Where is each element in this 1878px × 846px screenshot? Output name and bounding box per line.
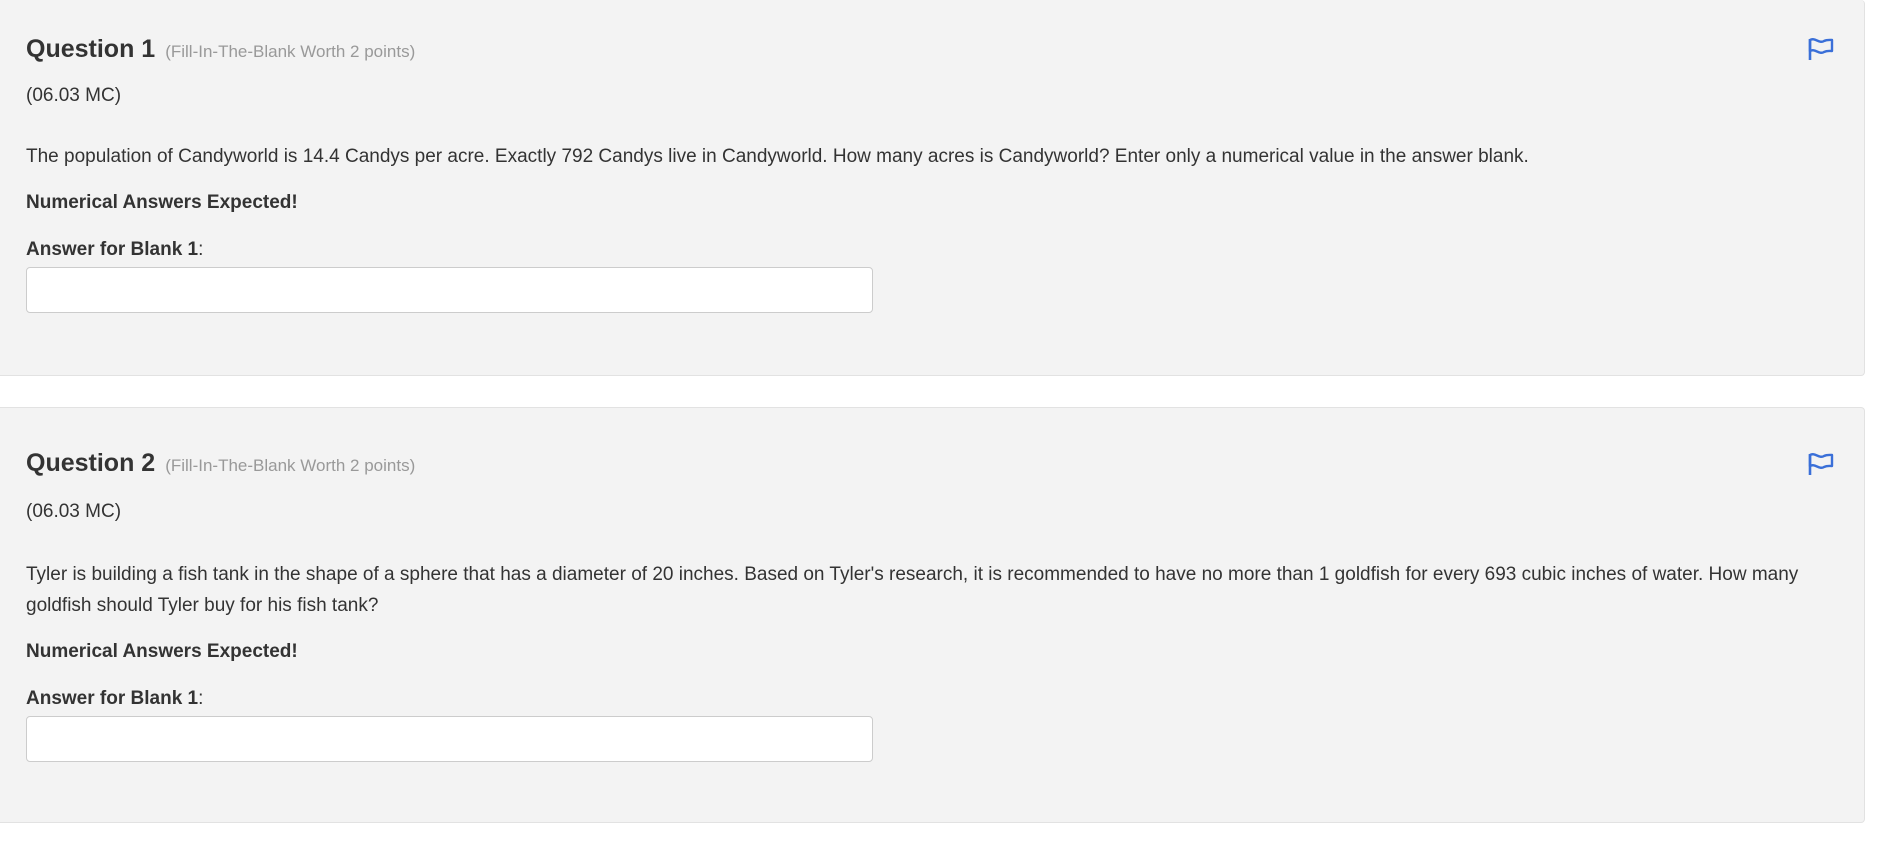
quiz-page: Question 1 (Fill-In-The-Blank Worth 2 po…: [0, 0, 1878, 846]
flag-question-button[interactable]: [1806, 35, 1836, 63]
numerical-answers-note: Numerical Answers Expected!: [26, 641, 298, 662]
flag-question-button[interactable]: [1806, 450, 1836, 478]
question-text: The population of Candyworld is 14.4 Can…: [26, 146, 1529, 167]
question-title: Question 1: [26, 35, 156, 63]
answer-label: Answer for Blank 1:: [26, 239, 203, 261]
answer-blank-1-input[interactable]: [26, 716, 873, 762]
numerical-answers-note: Numerical Answers Expected!: [26, 192, 298, 213]
question-code: (06.03 MC): [26, 85, 122, 106]
question-text: Tyler is building a fish tank in the sha…: [26, 564, 1799, 616]
answer-label-text: Answer for Blank 1: [26, 688, 199, 709]
answer-blank-1-input[interactable]: [26, 267, 873, 313]
question-card: Question 2 (Fill-In-The-Blank Worth 2 po…: [0, 407, 1865, 823]
flag-icon: [1808, 38, 1834, 60]
question-meta: (Fill-In-The-Blank Worth 2 points): [165, 456, 416, 475]
question-header: Question 2 (Fill-In-The-Blank Worth 2 po…: [26, 449, 415, 478]
question-header: Question 1 (Fill-In-The-Blank Worth 2 po…: [26, 35, 415, 64]
question-meta: (Fill-In-The-Blank Worth 2 points): [165, 42, 416, 61]
question-title: Question 2: [26, 449, 156, 477]
flag-icon: [1808, 453, 1834, 475]
answer-label-suffix: :: [198, 688, 204, 709]
answer-label: Answer for Blank 1:: [26, 688, 203, 710]
answer-label-text: Answer for Blank 1: [26, 239, 199, 260]
question-code: (06.03 MC): [26, 501, 122, 522]
question-card: Question 1 (Fill-In-The-Blank Worth 2 po…: [0, 0, 1865, 376]
answer-label-suffix: :: [198, 239, 204, 260]
